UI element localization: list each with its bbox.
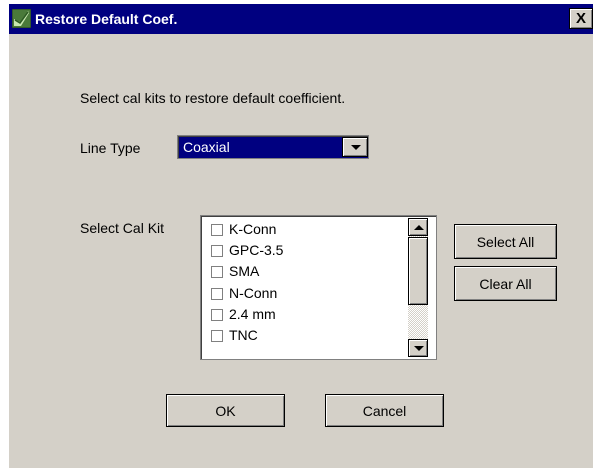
restore-default-coef-dialog: Restore Default Coef. X Select cal kits … bbox=[8, 4, 593, 468]
cal-kit-scrollbar[interactable] bbox=[408, 218, 428, 357]
line-type-dropdown-button[interactable] bbox=[342, 137, 368, 157]
list-item-n-conn[interactable]: N-Conn bbox=[211, 284, 401, 305]
n-conn-checkbox[interactable] bbox=[211, 288, 223, 300]
scroll-thumb[interactable] bbox=[408, 237, 428, 305]
cancel-label: Cancel bbox=[362, 403, 407, 419]
sma-checkbox[interactable] bbox=[211, 266, 223, 278]
window-title: Restore Default Coef. bbox=[35, 11, 178, 27]
close-icon: X bbox=[575, 10, 586, 27]
line-type-label: Line Type bbox=[80, 140, 141, 156]
2-4-mm-checkbox[interactable] bbox=[211, 309, 223, 321]
list-item-sma[interactable]: SMA bbox=[211, 262, 401, 283]
clear-all-button[interactable]: Clear All bbox=[454, 266, 557, 301]
k-conn-checkbox[interactable] bbox=[211, 224, 223, 236]
title-bar[interactable]: Restore Default Coef. X bbox=[9, 4, 593, 34]
scroll-down-button[interactable] bbox=[408, 339, 428, 357]
list-item-2-4-mm[interactable]: 2.4 mm bbox=[211, 305, 401, 326]
app-check-icon bbox=[12, 9, 31, 28]
clear-all-label: Clear All bbox=[479, 276, 532, 292]
list-item-label: 2.4 mm bbox=[229, 306, 276, 322]
scroll-down-icon bbox=[414, 346, 424, 351]
select-cal-kit-label: Select Cal Kit bbox=[80, 220, 165, 236]
line-type-value: Coaxial bbox=[183, 139, 230, 155]
instructions-text: Select cal kits to restore default coeff… bbox=[80, 90, 346, 106]
ok-label: OK bbox=[215, 403, 236, 419]
list-item-k-conn[interactable]: K-Conn bbox=[211, 220, 401, 241]
list-item-label: GPC-3.5 bbox=[229, 242, 284, 258]
gpc-3-5-checkbox[interactable] bbox=[211, 245, 223, 257]
cancel-button[interactable]: Cancel bbox=[325, 394, 444, 427]
cal-kit-list[interactable]: K-Conn GPC-3.5 SMA N-Conn 2.4 mm TNC bbox=[200, 215, 437, 360]
ok-button[interactable]: OK bbox=[166, 394, 285, 427]
list-item-label: SMA bbox=[229, 263, 260, 279]
list-item-tnc[interactable]: TNC bbox=[211, 326, 401, 347]
scroll-up-icon bbox=[414, 225, 424, 230]
list-item-label: TNC bbox=[229, 327, 258, 343]
tnc-checkbox[interactable] bbox=[211, 330, 223, 342]
scroll-up-button[interactable] bbox=[408, 218, 428, 236]
select-all-button[interactable]: Select All bbox=[454, 224, 557, 259]
select-all-label: Select All bbox=[476, 234, 535, 250]
list-item-label: K-Conn bbox=[229, 221, 277, 237]
list-item-label: N-Conn bbox=[229, 285, 278, 301]
line-type-select[interactable]: Coaxial bbox=[177, 135, 369, 159]
chevron-down-icon bbox=[351, 145, 361, 150]
list-item-gpc-3-5[interactable]: GPC-3.5 bbox=[211, 241, 401, 262]
close-button[interactable]: X bbox=[569, 8, 593, 29]
